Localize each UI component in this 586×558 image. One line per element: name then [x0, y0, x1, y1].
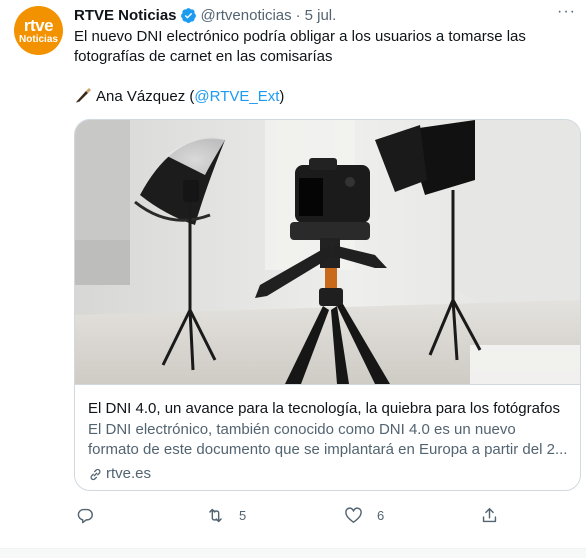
next-tweet-edge [0, 549, 586, 558]
credit-mention-link[interactable]: @RTVE_Ext [194, 88, 279, 105]
card-title: El DNI 4.0, un avance para la tecnología… [88, 400, 560, 417]
tweet-header: RTVE Noticias @rtvenoticias · 5 jul. ··· [74, 3, 580, 25]
avatar-logo-text: rtve [23, 15, 54, 35]
avatar[interactable]: rtve Noticias [14, 6, 63, 55]
share-icon [482, 507, 497, 522]
tweet-text: El nuevo DNI electrónico podría obligar … [74, 28, 526, 65]
retweet-button[interactable]: 5 [206, 503, 246, 527]
account-handle[interactable]: @rtvenoticias [201, 7, 292, 24]
reply-icon [77, 508, 93, 523]
card-description: El DNI electrónico, también conocido com… [88, 420, 570, 460]
card-domain-text: rtve.es [106, 465, 152, 482]
card-domain: rtve.es [88, 464, 151, 484]
reply-button[interactable] [76, 503, 109, 527]
link-card[interactable]: El DNI 4.0, un avance para la tecnología… [74, 119, 581, 491]
like-button[interactable]: 6 [344, 503, 384, 527]
tweet[interactable]: rtve Noticias RTVE Noticias @rtvenoticia… [0, 0, 586, 548]
card-description-line: El DNI electrónico, también conocido com… [88, 421, 516, 438]
header-separator: · [295, 6, 301, 24]
verified-badge-icon [180, 7, 196, 23]
avatar-logo-subtext: Noticias [19, 33, 58, 45]
account-name[interactable]: RTVE Noticias [74, 7, 177, 24]
card-image [75, 120, 580, 384]
credit-close: ) [279, 88, 285, 105]
like-count: 6 [377, 507, 385, 523]
pen-icon [76, 88, 91, 103]
tweet-credit: Ana Vázquez (@RTVE_Ext) [74, 87, 284, 107]
tweet-date[interactable]: 5 jul. [305, 7, 337, 24]
share-button[interactable] [480, 503, 499, 527]
like-icon [345, 506, 362, 523]
tweet-actions: 5 6 [74, 503, 580, 527]
retweet-icon [209, 508, 222, 522]
more-icon[interactable]: ··· [557, 3, 576, 21]
link-icon [90, 468, 101, 480]
card-description-line: formato de este documento que se implant… [88, 441, 568, 458]
credit-name: Ana Vázquez ( [96, 88, 195, 105]
card-text: El DNI 4.0, un avance para la tecnología… [75, 384, 580, 490]
retweet-count: 5 [239, 507, 247, 523]
